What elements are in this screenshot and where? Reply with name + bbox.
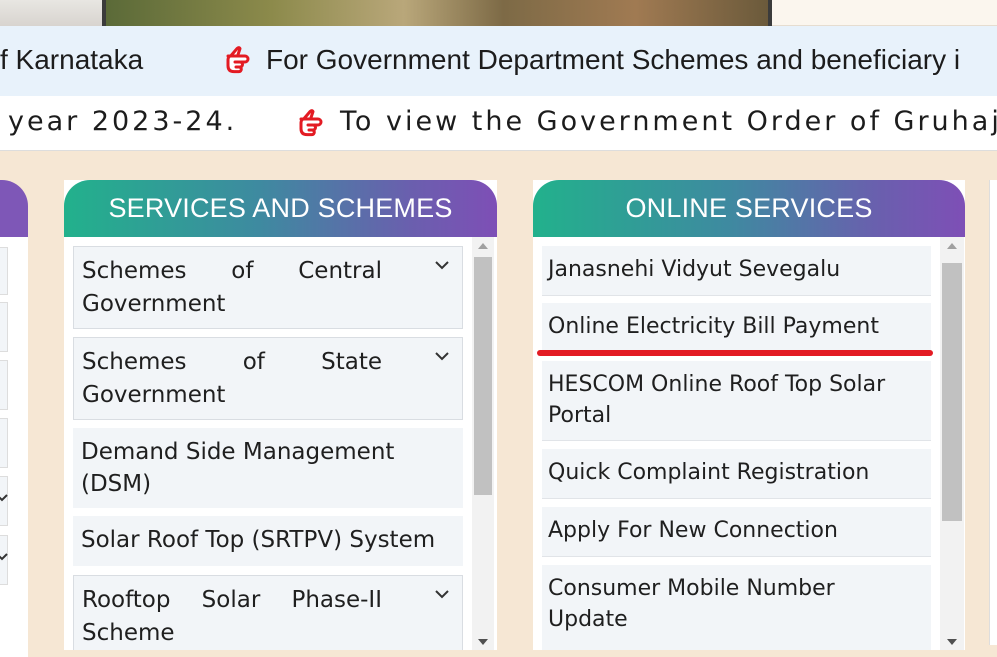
scrollbar-thumb[interactable] — [474, 257, 492, 495]
left-panel-item[interactable] — [0, 302, 8, 352]
link-online-electricity-bill-payment[interactable]: Online Electricity Bill Payment — [542, 303, 931, 353]
list-item-label: Quick Complaint Registration — [548, 460, 870, 485]
news-ticker-1[interactable]: f Karnataka For Government Department Sc… — [0, 26, 997, 96]
left-panel-item[interactable] — [0, 476, 8, 526]
banner-image-right — [772, 0, 997, 26]
ticker-text: f Karnataka — [0, 44, 144, 75]
chevron-down-icon[interactable] — [434, 257, 450, 273]
services-and-schemes-panel: SERVICES AND SCHEMES Schemes of Central … — [64, 180, 497, 650]
online-services-panel: ONLINE SERVICES Janasnehi Vidyut Sevegal… — [533, 180, 965, 650]
link-hescom-rooftop-solar-portal[interactable]: HESCOM Online Roof Top Solar Portal — [542, 361, 931, 441]
link-janasnehi-vidyut-sevegalu[interactable]: Janasnehi Vidyut Sevegalu — [542, 246, 931, 296]
left-panel-item[interactable] — [0, 418, 8, 468]
chevron-down-icon[interactable] — [434, 348, 450, 364]
online-services-scrollbar[interactable] — [940, 237, 964, 650]
link-quick-complaint-registration[interactable]: Quick Complaint Registration — [542, 449, 931, 499]
left-panel-header — [0, 180, 28, 237]
ticker-text: For Government Department Schemes and be… — [266, 44, 961, 75]
banner-image — [102, 0, 772, 26]
services-and-schemes-list: Schemes of Central Government Schemes of… — [64, 237, 497, 650]
list-item-label: Schemes of Central Government — [82, 258, 382, 317]
ticker-text: year 2023-24. — [8, 106, 238, 137]
list-item-label: Apply For New Connection — [548, 518, 838, 543]
scroll-down-arrow-icon[interactable] — [472, 635, 494, 649]
list-item-label: HESCOM Online Roof Top Solar Portal — [548, 372, 886, 428]
list-item-label: Janasnehi Vidyut Sevegalu — [548, 257, 841, 282]
right-panel-partial — [989, 180, 997, 645]
list-item-label: Consumer Mobile Number Update — [548, 576, 835, 632]
scrollbar-thumb[interactable] — [942, 263, 962, 521]
banner-image-left — [0, 0, 102, 26]
ticker-text: To view the Government Order of Gruhajy — [340, 106, 997, 137]
list-item-srtpv[interactable]: Solar Roof Top (SRTPV) System — [73, 516, 463, 566]
list-item-label: Schemes of State Government — [82, 349, 382, 408]
header-banner — [0, 0, 997, 26]
highlight-underline — [537, 350, 933, 356]
list-item-central-schemes[interactable]: Schemes of Central Government — [73, 246, 463, 329]
list-item-state-schemes[interactable]: Schemes of State Government — [73, 337, 463, 420]
chevron-down-icon — [0, 553, 8, 561]
list-item-label: Rooftop Solar Phase-II Scheme — [82, 587, 382, 646]
online-services-list: Janasnehi Vidyut Sevegalu Online Electri… — [533, 237, 965, 650]
scroll-up-arrow-icon[interactable] — [940, 239, 964, 253]
list-item-label: Solar Roof Top (SRTPV) System — [81, 527, 436, 553]
pointing-hand-icon — [299, 109, 323, 137]
link-apply-new-connection[interactable]: Apply For New Connection — [542, 507, 931, 557]
chevron-down-icon — [0, 494, 8, 502]
left-panel-partial — [0, 180, 28, 657]
left-panel-item[interactable] — [0, 247, 8, 295]
online-services-title: ONLINE SERVICES — [533, 180, 965, 237]
scroll-down-arrow-icon[interactable] — [940, 635, 964, 649]
left-panel-item[interactable] — [0, 535, 8, 585]
left-panel-item[interactable] — [0, 360, 8, 410]
news-ticker-2[interactable]: year 2023-24. To view the Government Ord… — [0, 96, 997, 151]
list-item-dsm[interactable]: Demand Side Management (DSM) — [73, 428, 463, 508]
services-and-schemes-title: SERVICES AND SCHEMES — [64, 180, 497, 237]
scroll-up-arrow-icon[interactable] — [472, 239, 494, 253]
list-item-rooftop-solar-phase2[interactable]: Rooftop Solar Phase-II Scheme — [73, 575, 463, 650]
link-consumer-mobile-number-update[interactable]: Consumer Mobile Number Update — [542, 565, 931, 650]
services-scrollbar[interactable] — [472, 237, 494, 650]
chevron-down-icon[interactable] — [434, 586, 450, 602]
pointing-hand-icon — [226, 46, 250, 74]
list-item-label: Demand Side Management (DSM) — [81, 439, 395, 497]
list-item-label: Online Electricity Bill Payment — [548, 314, 879, 339]
